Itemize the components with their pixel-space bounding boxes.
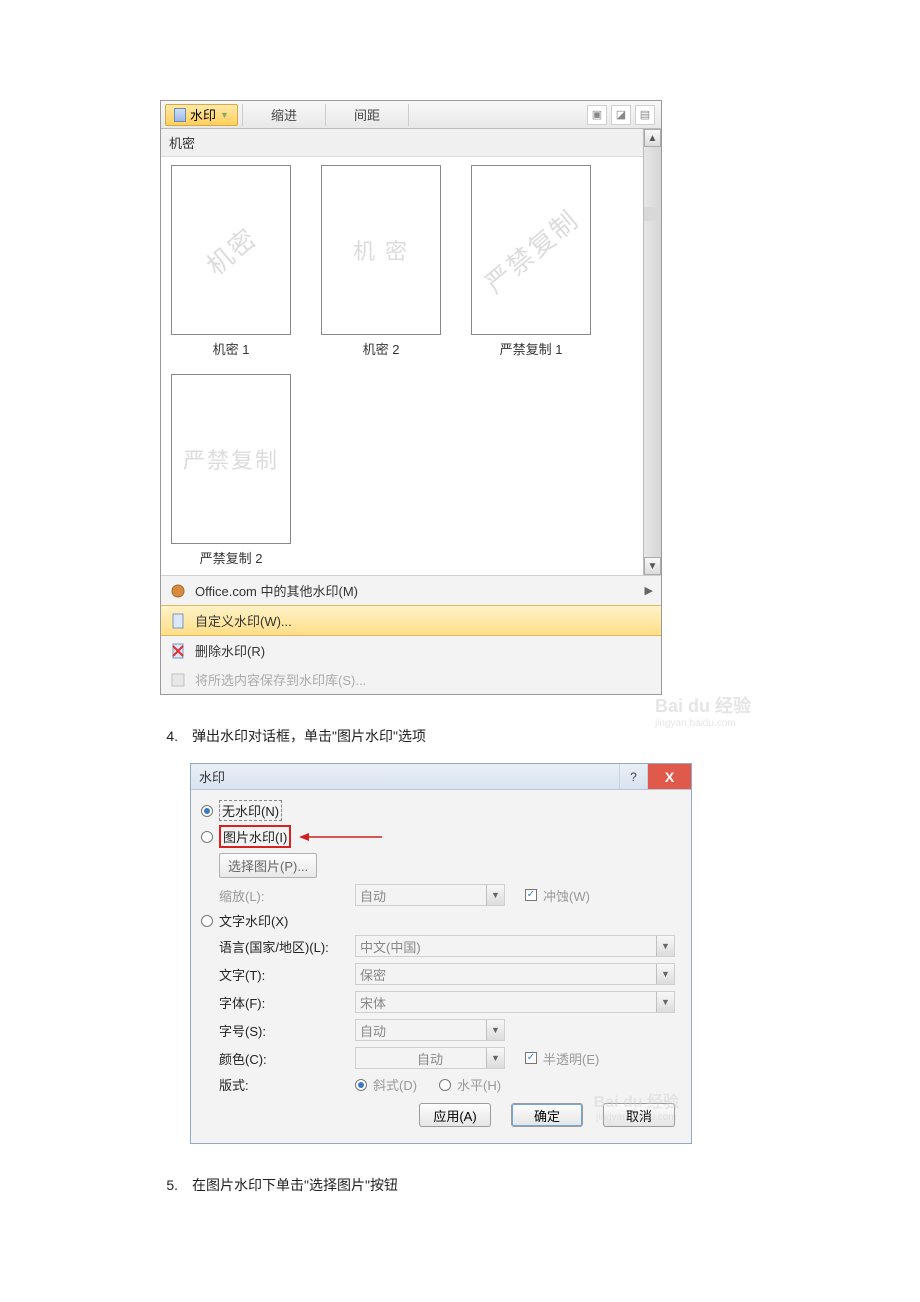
menu-save-to-gallery[interactable]: 将所选内容保存到水印库(S)...	[161, 665, 661, 694]
watermark-preset-item[interactable]: 机密 机密 1	[171, 165, 291, 358]
chevron-down-icon: ▼	[486, 1048, 504, 1068]
radio-horizontal[interactable]	[439, 1079, 451, 1091]
ok-button[interactable]: 确定	[511, 1103, 583, 1127]
scroll-down-icon[interactable]: ▼	[644, 557, 661, 575]
delete-icon	[169, 642, 187, 660]
chevron-down-icon: ▼	[486, 885, 504, 905]
label-language: 语言(国家/地区)(L):	[219, 937, 349, 956]
ribbon-spacing-label: 间距	[326, 105, 408, 124]
step-5: 5. 在图片水印下单击"选择图片"按钮	[160, 1174, 760, 1196]
watermark-preset-item[interactable]: 严禁复制 严禁复制 1	[471, 165, 591, 358]
label-size: 字号(S):	[219, 1021, 349, 1040]
page-icon	[169, 612, 187, 630]
gallery-scrollbar[interactable]: ▲ ▼	[643, 129, 661, 575]
ribbon: 水印 ▼ 缩进 间距 ▣ ◪ ▤	[161, 101, 661, 129]
arrow-annotation	[297, 829, 387, 845]
radio-no-watermark[interactable]	[201, 805, 213, 817]
step-text: 在图片水印下单击"选择图片"按钮	[192, 1174, 398, 1196]
radio-diagonal[interactable]	[355, 1079, 367, 1091]
gallery-category-header: 机密	[161, 129, 643, 157]
menu-remove-watermark[interactable]: 删除水印(R)	[161, 636, 661, 665]
radio-text-watermark[interactable]	[201, 915, 213, 927]
chevron-down-icon: ▼	[656, 964, 674, 984]
dialog-title: 水印	[199, 767, 225, 786]
step-number: 4.	[160, 725, 178, 747]
chevron-down-icon: ▼	[220, 110, 229, 120]
combo-language[interactable]: 中文(中国)▼	[355, 935, 675, 957]
watermark-doc-icon	[174, 108, 186, 122]
chevron-down-icon: ▼	[656, 992, 674, 1012]
dialog-titlebar: 水印 ? X	[191, 764, 691, 790]
cancel-button[interactable]: 取消	[603, 1103, 675, 1127]
select-picture-button[interactable]: 选择图片(P)...	[219, 853, 317, 878]
radio-picture-watermark[interactable]	[201, 831, 213, 843]
label-picture-watermark: 图片水印(I)	[219, 825, 291, 848]
watermark-dialog: 水印 ? X 无水印(N) 图片水印(I) 选择图片(P)... 缩放	[190, 763, 692, 1144]
save-icon	[169, 671, 187, 689]
combo-text[interactable]: 保密▼	[355, 963, 675, 985]
label-no-watermark: 无水印(N)	[219, 800, 282, 821]
watermark-preset-item[interactable]: 机 密 机密 2	[321, 165, 441, 358]
watermark-button[interactable]: 水印 ▼	[165, 104, 238, 126]
chevron-right-icon: ▶	[645, 584, 653, 597]
combo-font[interactable]: 宋体▼	[355, 991, 675, 1013]
label-diagonal: 斜式(D)	[373, 1075, 417, 1094]
menu-custom-watermark[interactable]: 自定义水印(W)...	[161, 605, 661, 636]
label-layout: 版式:	[219, 1075, 349, 1094]
chevron-down-icon: ▼	[656, 936, 674, 956]
watermark-preset-item[interactable]: 严禁复制 严禁复制 2	[171, 374, 291, 567]
combo-color[interactable]: 自动▼	[355, 1047, 505, 1069]
scroll-thumb[interactable]	[644, 207, 661, 221]
ribbon-icon-1[interactable]: ▣	[587, 105, 607, 125]
menu-more-watermarks[interactable]: Office.com 中的其他水印(M) ▶	[161, 576, 661, 605]
label-washout: 冲蚀(W)	[543, 886, 590, 905]
scroll-up-icon[interactable]: ▲	[644, 129, 661, 147]
combo-scale[interactable]: 自动▼	[355, 884, 505, 906]
label-horizontal: 水平(H)	[457, 1075, 501, 1094]
combo-size[interactable]: 自动▼	[355, 1019, 505, 1041]
help-button[interactable]: ?	[619, 764, 647, 789]
watermark-button-label: 水印	[190, 105, 216, 124]
office-icon	[169, 582, 187, 600]
label-font: 字体(F):	[219, 993, 349, 1012]
ribbon-indent-label: 缩进	[243, 105, 325, 124]
label-translucent: 半透明(E)	[543, 1049, 599, 1068]
watermark-menu-screenshot: 水印 ▼ 缩进 间距 ▣ ◪ ▤ 机密 机密 机密 1	[160, 100, 662, 695]
step-text: 弹出水印对话框，单击"图片水印"选项	[192, 725, 426, 747]
step-4: 4. 弹出水印对话框，单击"图片水印"选项	[160, 725, 760, 747]
label-text: 文字(T):	[219, 965, 349, 984]
ribbon-icon-3[interactable]: ▤	[635, 105, 655, 125]
close-button[interactable]: X	[647, 764, 691, 789]
chevron-down-icon: ▼	[486, 1020, 504, 1040]
step-number: 5.	[160, 1174, 178, 1196]
label-text-watermark: 文字水印(X)	[219, 911, 288, 930]
label-color: 颜色(C):	[219, 1049, 349, 1068]
ribbon-icon-2[interactable]: ◪	[611, 105, 631, 125]
apply-button[interactable]: 应用(A)	[419, 1103, 491, 1127]
baidu-watermark: Bai du 经验 jingyan.baidu.com	[655, 692, 751, 729]
label-scale: 缩放(L):	[219, 886, 349, 905]
checkbox-washout[interactable]	[525, 889, 537, 901]
checkbox-translucent[interactable]	[525, 1052, 537, 1064]
